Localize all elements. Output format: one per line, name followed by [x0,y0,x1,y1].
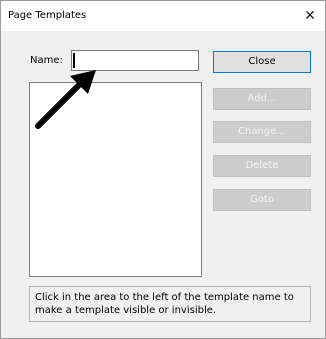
change-button[interactable]: Change... [213,121,311,143]
name-label: Name: [30,55,63,66]
page-templates-dialog: Page Templates ✕ Name: Close Add... Chan… [0,0,326,339]
close-icon[interactable]: ✕ [299,5,321,27]
delete-button[interactable]: Delete [213,155,311,177]
title-bar: Page Templates ✕ [1,1,325,31]
text-caret [73,53,75,68]
name-input[interactable] [71,50,199,71]
goto-button[interactable]: Goto [213,189,311,211]
dialog-title: Page Templates [8,10,87,21]
template-list[interactable] [29,82,202,277]
close-button[interactable]: Close [213,51,311,73]
help-text: Click in the area to the left of the tem… [29,286,311,322]
add-button[interactable]: Add... [213,88,311,110]
